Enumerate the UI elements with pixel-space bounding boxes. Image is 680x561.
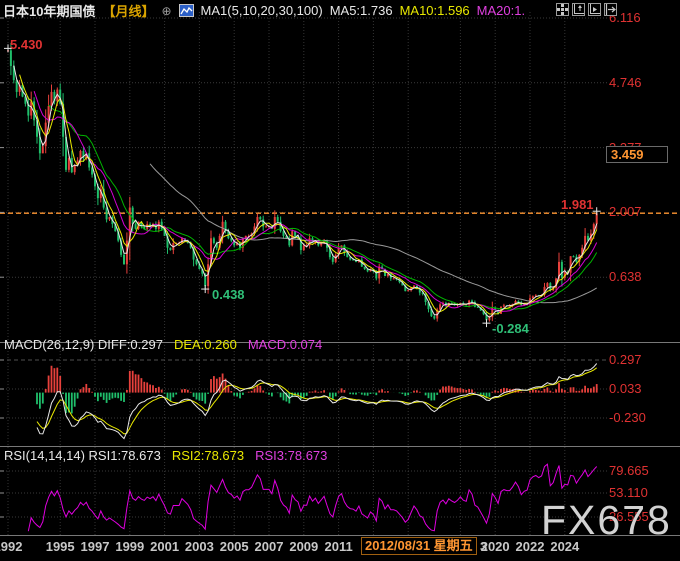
ma-settings-label: MA1(5,10,20,30,100) [200, 3, 323, 18]
crosshair-price-readout: 3.459 [606, 146, 668, 163]
macd-dea-label: DEA:0.260 [173, 337, 237, 352]
timeframe-label[interactable]: 【月线】 [102, 1, 154, 20]
rsi-axis-label: 79.665 [609, 463, 649, 478]
x-axis-label-remnant: 3 [480, 539, 488, 554]
x-axis-label: 2005 [219, 539, 249, 554]
annotation-start-high: 5.430 [10, 37, 43, 52]
macd-axis-label: -0.230 [609, 410, 646, 425]
chart-toolbar [556, 3, 617, 16]
rsi2-label: RSI2:78.673 [171, 448, 245, 463]
axis-play-icon[interactable] [588, 3, 601, 16]
x-axis-label: 1995 [45, 539, 75, 554]
x-axis-label: 2009 [289, 539, 319, 554]
ma20-value: MA20:1. [476, 3, 526, 18]
move-icon[interactable] [556, 3, 569, 16]
y-axis-label: 0.638 [609, 269, 642, 285]
macd-axis-label: 0.033 [609, 381, 642, 396]
x-axis-label: 2003 [184, 539, 214, 554]
y-axis-label: 4.746 [609, 74, 642, 90]
macd-macd-label: MACD:0.074 [247, 337, 323, 352]
crosshair-date-readout: 2012/08/31 星期五 [361, 537, 477, 555]
macd-diff-label: MACD(26,12,9) DIFF:0.297 [4, 337, 163, 352]
annotation-current-price: 1.981 [561, 197, 594, 212]
axis-zoom-icon[interactable] [572, 3, 585, 16]
watermark: FX678 [541, 497, 672, 543]
annotation-low-2003: 0.438 [212, 287, 245, 302]
exit-right-icon[interactable] [604, 3, 617, 16]
ma5-value: MA5:1.736 [329, 3, 393, 18]
x-axis-label: 2007 [254, 539, 284, 554]
x-axis-label: 2011 [324, 539, 353, 554]
chart-canvas[interactable] [0, 0, 680, 561]
y-axis-label: 6.116 [609, 10, 641, 25]
rsi3-label: RSI3:78.673 [255, 448, 328, 463]
macd-header: MACD(26,12,9) DIFF:0.297 DEA:0.260 MACD:… [4, 337, 322, 352]
x-axis-label: 2001 [150, 539, 180, 554]
macd-axis-label: 0.297 [609, 352, 642, 367]
rsi1-label: RSI(14,14,14) RSI1:78.673 [4, 448, 161, 463]
instrument-title: 日本10年期国债 [3, 4, 96, 19]
chart-type-icon[interactable] [178, 4, 194, 17]
ma10-value: MA10:1.596 [399, 3, 470, 18]
x-axis-label: 1997 [80, 539, 110, 554]
circle-plus-icon[interactable]: ⊕ [161, 4, 171, 18]
x-axis-label: 1992 [0, 539, 23, 554]
y-axis-label: 2.007 [609, 204, 642, 220]
rsi-header: RSI(14,14,14) RSI1:78.673 RSI2:78.673 RS… [4, 448, 327, 463]
chart-window: 日本10年期国债 【月线】 ⊕ MA1(5,10,20,30,100) MA5:… [0, 0, 680, 561]
annotation-low-2019: -0.284 [492, 321, 529, 336]
chart-header: 日本10年期国债 【月线】 ⊕ MA1(5,10,20,30,100) MA5:… [3, 2, 525, 19]
x-axis-label: 1999 [115, 539, 145, 554]
